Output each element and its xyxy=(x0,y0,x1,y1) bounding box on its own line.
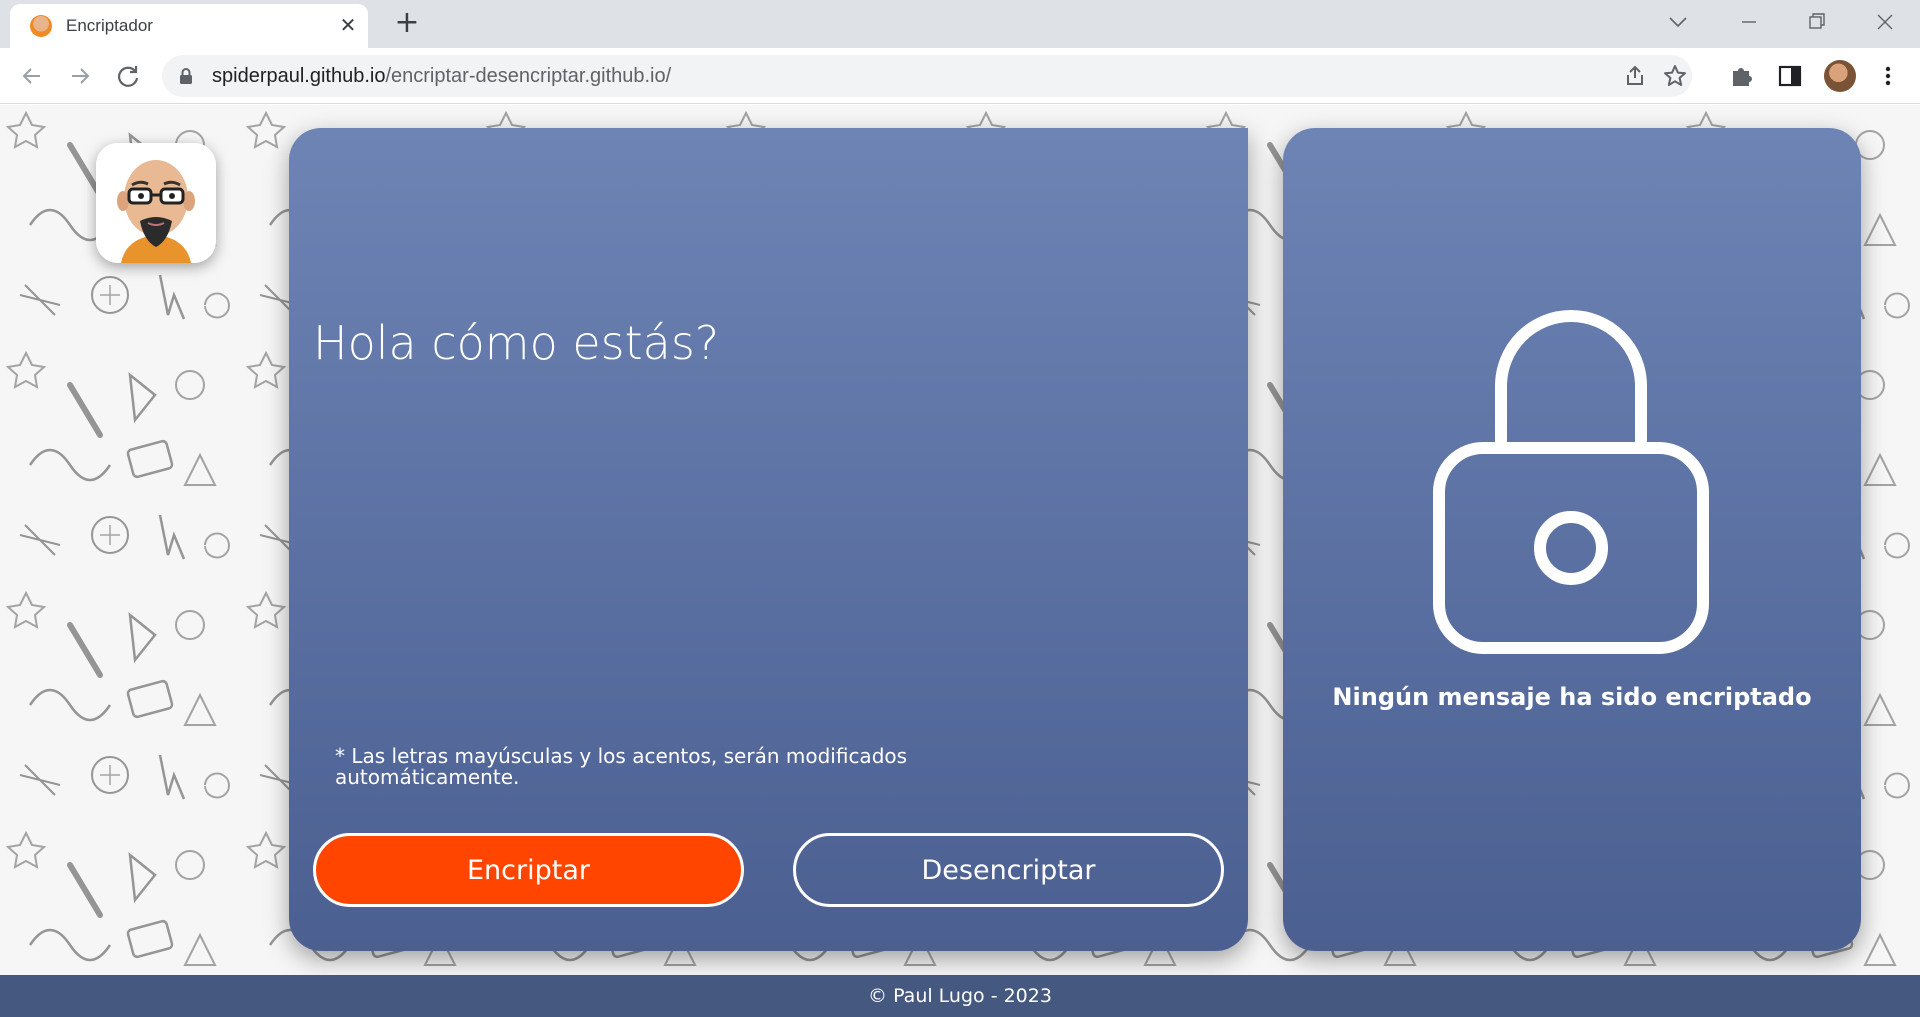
tab-close-button[interactable]: ✕ xyxy=(336,13,360,37)
footer: © Paul Lugo - 2023 xyxy=(0,975,1920,1017)
logo-avatar-icon xyxy=(96,143,216,263)
side-panel-icon[interactable] xyxy=(1776,62,1804,90)
tab-strip: Encriptador ✕ + xyxy=(0,0,1920,48)
profile-avatar[interactable] xyxy=(1824,60,1856,92)
output-panel: Ningún mensaje ha sido encriptado xyxy=(1283,128,1861,951)
decrypt-button[interactable]: Desencriptar xyxy=(793,833,1224,907)
close-window-icon[interactable] xyxy=(1862,6,1906,38)
tab-title: Encriptador xyxy=(66,16,153,35)
new-tab-button[interactable]: + xyxy=(392,8,422,38)
arrow-right-icon[interactable] xyxy=(64,60,96,92)
lock-icon[interactable] xyxy=(178,67,194,85)
url-text[interactable]: spiderpaul.github.io/encriptar-desencrip… xyxy=(212,65,671,88)
share-icon[interactable] xyxy=(1622,63,1648,89)
favicon-icon xyxy=(30,15,52,37)
browser-tab[interactable]: Encriptador ✕ xyxy=(10,4,368,48)
kebab-menu-icon[interactable] xyxy=(1874,62,1902,90)
message-input[interactable] xyxy=(313,313,1193,373)
browser-toolbar: spiderpaul.github.io/encriptar-desencrip… xyxy=(0,48,1920,104)
arrow-left-icon[interactable] xyxy=(16,60,48,92)
tab-search-icon[interactable] xyxy=(1656,6,1700,38)
minimize-icon[interactable] xyxy=(1726,6,1770,38)
no-message-text: Ningún mensaje ha sido encriptado xyxy=(1332,683,1812,711)
page: * Las letras mayúsculas y los acentos, s… xyxy=(0,105,1920,1017)
restore-icon[interactable] xyxy=(1794,6,1838,38)
logo xyxy=(96,143,216,263)
reload-icon[interactable] xyxy=(112,60,144,92)
encrypt-panel: * Las letras mayúsculas y los acentos, s… xyxy=(289,128,1248,951)
padlock-icon xyxy=(1433,310,1709,654)
address-bar[interactable]: spiderpaul.github.io/encriptar-desencrip… xyxy=(162,55,1692,97)
star-icon[interactable] xyxy=(1662,63,1688,89)
puzzle-icon[interactable] xyxy=(1728,62,1756,90)
input-note: * Las letras mayúsculas y los acentos, s… xyxy=(335,744,908,789)
encrypt-button[interactable]: Encriptar xyxy=(313,833,744,907)
